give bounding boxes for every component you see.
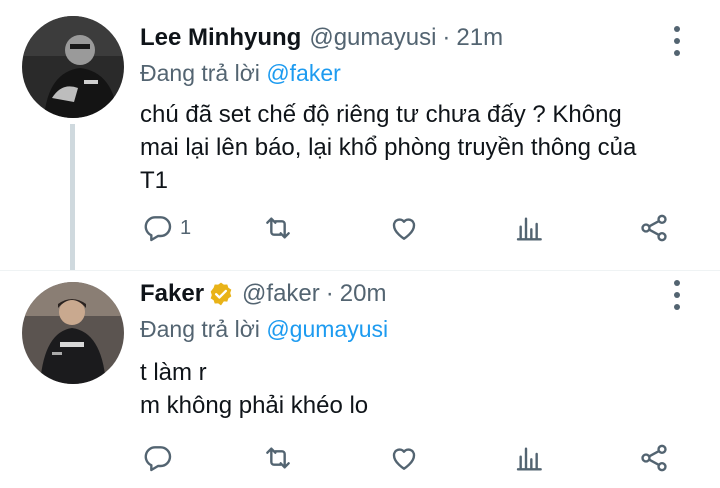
- reply-icon: [144, 216, 172, 242]
- reply-button[interactable]: [142, 438, 180, 478]
- thread-line: [70, 124, 75, 270]
- replying-to-label: Đang trả lời: [140, 60, 260, 86]
- tweet-header: Faker @faker · 20m: [140, 280, 386, 308]
- analytics-button[interactable]: [514, 438, 546, 478]
- retweet-button[interactable]: [262, 438, 294, 478]
- separator-dot: ·: [442, 24, 451, 51]
- replying-to: Đang trả lời @faker: [140, 60, 341, 87]
- share-icon: [641, 444, 667, 472]
- tweet-text-line: chú đã set chế độ riêng tư chưa đấy ? Kh…: [140, 101, 622, 128]
- timestamp[interactable]: 20m: [340, 280, 387, 308]
- share-button[interactable]: [638, 438, 670, 478]
- retweet-icon: [266, 217, 290, 239]
- replying-to: Đang trả lời @gumayusi: [140, 316, 388, 343]
- action-bar: [130, 438, 690, 478]
- separator-dot: ·: [325, 280, 334, 307]
- more-options-icon[interactable]: [670, 280, 684, 310]
- display-name[interactable]: Lee Minhyung: [140, 24, 301, 52]
- analytics-icon: [516, 217, 542, 241]
- tweet-text-line: m không phải khéo lo: [140, 392, 369, 419]
- share-icon: [641, 214, 667, 242]
- verified-badge-icon: [210, 282, 232, 306]
- like-button[interactable]: [388, 438, 420, 478]
- retweet-button[interactable]: [262, 208, 294, 248]
- analytics-button[interactable]: [514, 208, 546, 248]
- display-name[interactable]: Faker: [140, 280, 204, 308]
- handle[interactable]: @faker: [242, 280, 320, 308]
- like-button[interactable]: [388, 208, 420, 248]
- tweet-text-line: mai lại lên báo, lại khổ phòng truyền th…: [140, 134, 637, 161]
- tweet-text-line: T1: [140, 167, 169, 194]
- tweet[interactable]: Lee Minhyung @gumayusi · 21m Đang trả lờ…: [0, 0, 720, 270]
- heart-icon: [392, 448, 416, 470]
- reply-count: 1: [180, 216, 192, 239]
- retweet-icon: [266, 447, 290, 469]
- replying-to-label: Đang trả lời: [140, 316, 260, 342]
- handle[interactable]: @gumayusi: [309, 24, 436, 52]
- mention-link[interactable]: @faker: [266, 60, 340, 86]
- avatar[interactable]: [22, 282, 124, 384]
- analytics-icon: [516, 447, 542, 471]
- more-options-icon[interactable]: [670, 26, 684, 56]
- share-button[interactable]: [638, 208, 670, 248]
- mention-link[interactable]: @gumayusi: [266, 316, 388, 342]
- timestamp[interactable]: 21m: [456, 24, 503, 52]
- tweet-header: Lee Minhyung @gumayusi · 21m: [140, 24, 503, 52]
- reply-icon: [144, 446, 172, 472]
- heart-icon: [392, 218, 416, 240]
- tweet-text: chú đã set chế độ riêng tư chưa đấy ? Kh…: [140, 98, 685, 197]
- tweet[interactable]: Faker @faker · 20m Đang trả lời @gumayus…: [0, 270, 720, 488]
- avatar[interactable]: [22, 16, 124, 118]
- reply-button[interactable]: 1: [142, 208, 191, 248]
- tweet-text: t làm r m không phải khéo lo: [140, 356, 685, 422]
- action-bar: 1: [130, 208, 690, 248]
- tweet-text-line: t làm r: [140, 359, 207, 386]
